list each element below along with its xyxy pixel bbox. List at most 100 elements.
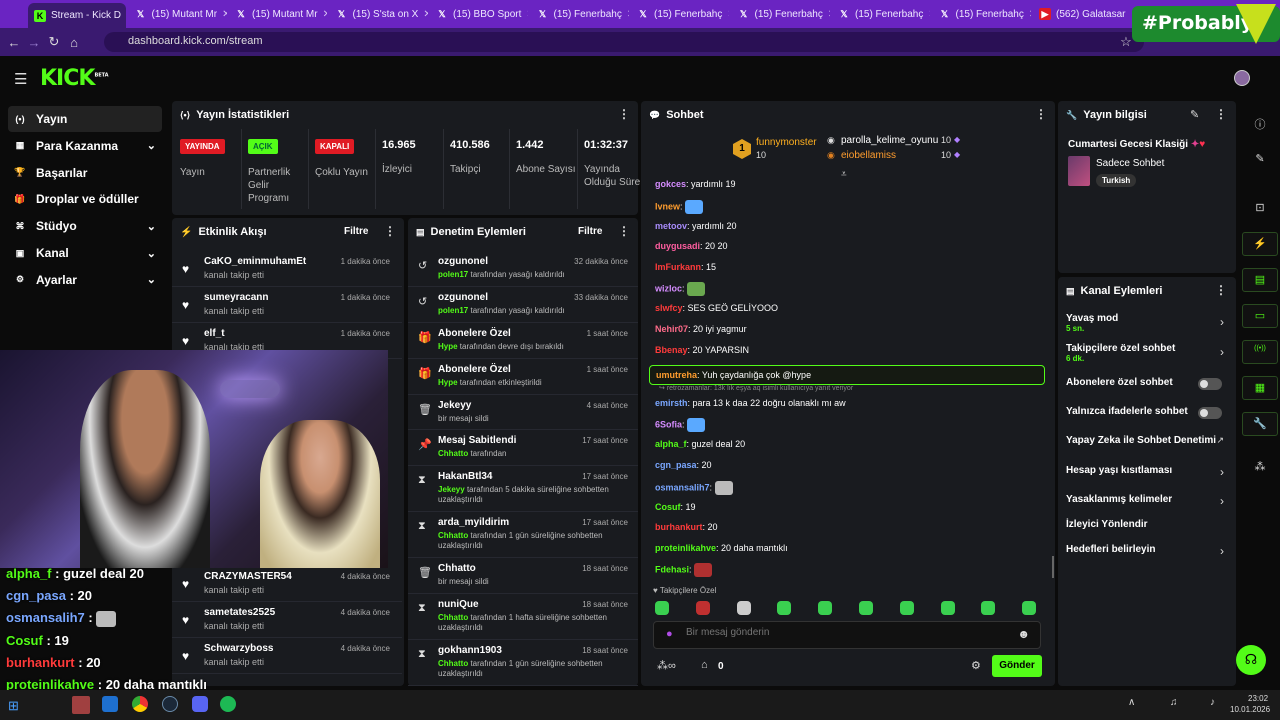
- emote-icon[interactable]: [777, 601, 792, 615]
- outlook-icon[interactable]: [102, 696, 118, 712]
- stream-info-menu-icon[interactable]: ⋮: [1215, 107, 1227, 121]
- chat-username[interactable]: 6Sofia: [655, 420, 682, 430]
- leader-name[interactable]: parolla_kelime_oyunu: [841, 135, 938, 146]
- chevron-down-icon[interactable]: ⌄: [147, 220, 156, 233]
- chat-username[interactable]: proteinlikahve: [655, 543, 716, 553]
- chat-message[interactable]: burhankurt: 20: [655, 522, 718, 532]
- moderation-target[interactable]: Mesaj Sabitlendi: [438, 435, 516, 446]
- chat-message[interactable]: umutreha: Yuh çaydanlığa çok @hype: [649, 365, 1045, 386]
- chat-message[interactable]: Bbenay: 20 YAPARSIN: [655, 345, 749, 355]
- chat-username[interactable]: umutreha: [656, 370, 697, 380]
- chat-message[interactable]: Cosuf: 19: [655, 502, 696, 512]
- chevron-right-icon[interactable]: ›: [1220, 315, 1224, 329]
- chat-username[interactable]: burhankurt: [655, 522, 703, 532]
- leader-name[interactable]: funnymonster: [756, 137, 817, 148]
- chevron-right-icon[interactable]: ›: [1220, 544, 1224, 558]
- emote-icon[interactable]: [859, 601, 873, 615]
- browser-tab[interactable]: 𝕏 (15) Fenerbahç ✕: [832, 4, 930, 24]
- moderation-menu-icon[interactable]: ⋮: [618, 224, 630, 238]
- close-icon[interactable]: ✕: [828, 9, 830, 20]
- toggle-switch[interactable]: [1198, 407, 1222, 419]
- chat-message[interactable]: slwfcy: SES GEÖ GELİYOOO: [655, 303, 778, 313]
- activity-username[interactable]: CRAZYMASTER54: [204, 571, 292, 582]
- activity-item[interactable]: ♥ CRAZYMASTER54 kanalı takip etti 4 dakika …: [172, 566, 402, 602]
- chat-username[interactable]: Bbenay: [655, 345, 688, 355]
- webcam-video[interactable]: [0, 350, 388, 568]
- discord-icon[interactable]: [192, 696, 208, 712]
- moderation-target[interactable]: nuniQue: [438, 599, 479, 610]
- emote-icon[interactable]: [940, 601, 955, 615]
- activity-item[interactable]: ♥ sumeyracann kanalı takip etti 1 dakika ön…: [172, 287, 402, 323]
- chat-username[interactable]: ImFurkann: [655, 262, 701, 272]
- chat-message[interactable]: lvnew:: [655, 199, 704, 214]
- moderation-actor[interactable]: Hype: [438, 378, 458, 387]
- moderation-item[interactable]: ⧗ gokhann1903 Chhatto tarafından 1 gün sür…: [408, 640, 638, 686]
- moderation-item[interactable]: ⧗ HakanBtl34 Jekeyy tarafından 5 dakika sü…: [408, 466, 638, 512]
- moderation-actor[interactable]: Hype: [438, 342, 458, 351]
- channel-action-item[interactable]: Takipçilere özel sohbet 6 dk.: [1066, 343, 1230, 363]
- moderation-actor[interactable]: Chhatto: [438, 659, 468, 668]
- reload-icon[interactable]: ↻: [44, 34, 64, 50]
- send-button[interactable]: Gönder: [992, 655, 1042, 677]
- chat-scrollbar[interactable]: [1052, 556, 1054, 578]
- url-field[interactable]: dashboard.kick.com/stream: [104, 32, 1144, 52]
- close-icon[interactable]: ✕: [1130, 9, 1131, 20]
- sidebar-item[interactable]: ⚙ Ayarlar ⌄: [8, 267, 162, 293]
- user-avatar[interactable]: [1234, 70, 1250, 86]
- chat-message[interactable]: Nehir07: 20 iyi yagmur: [655, 324, 747, 334]
- tray-chevron-icon[interactable]: ∧: [1128, 697, 1135, 708]
- chevron-right-icon[interactable]: ›: [1220, 465, 1224, 479]
- emote-icon[interactable]: [1022, 601, 1037, 615]
- emote-icon[interactable]: [695, 601, 710, 615]
- chat-message[interactable]: duygusadi: 20 20: [655, 241, 728, 251]
- moderation-actor[interactable]: Chhatto: [438, 613, 468, 622]
- sidebar-item[interactable]: 🏆 Başarılar: [8, 160, 162, 186]
- leaderboard-expand-icon[interactable]: ⩡: [841, 169, 847, 180]
- activity-filter-button[interactable]: Filtre: [344, 226, 368, 237]
- emote-icon[interactable]: [899, 601, 914, 615]
- chat-username[interactable]: Cosuf: [655, 502, 681, 512]
- close-icon[interactable]: ✕: [727, 9, 729, 20]
- chevron-down-icon[interactable]: ⌄: [147, 139, 156, 152]
- chat-message[interactable]: osmansalih7:: [655, 480, 733, 495]
- activity-menu-icon[interactable]: ⋮: [384, 224, 396, 238]
- channel-action-item[interactable]: Hesap yaşı kısıtlaması: [1066, 465, 1230, 476]
- moderation-target[interactable]: Chhatto: [438, 563, 476, 574]
- toggle-switch[interactable]: [1198, 378, 1222, 390]
- external-link-icon[interactable]: ↗: [1216, 435, 1224, 446]
- chat-username[interactable]: gokces: [655, 179, 686, 189]
- chat-store-icon[interactable]: ⌂: [701, 659, 708, 671]
- chat-username[interactable]: duygusadi: [655, 241, 700, 251]
- steam-icon[interactable]: [162, 696, 178, 712]
- pencil-icon[interactable]: ✎: [1242, 148, 1278, 172]
- chat-message[interactable]: gokces: yardımlı 19: [655, 179, 736, 189]
- sidebar-item[interactable]: ⌘ Stüdyo ⌄: [8, 213, 162, 239]
- microphone-icon[interactable]: ●: [666, 628, 673, 640]
- browser-tab[interactable]: 𝕏 (15) S'sta on X ✕: [330, 4, 428, 24]
- chat-message[interactable]: 6Sofia:: [655, 418, 706, 433]
- channel-action-item[interactable]: Yavaş mod 5 sn.: [1066, 313, 1230, 333]
- chat-message[interactable]: Fdehasi:: [655, 563, 713, 578]
- chat-bubble-icon[interactable]: ▭: [1242, 304, 1278, 328]
- browser-tab[interactable]: 𝕏 (15) Fenerbahç ✕: [531, 4, 629, 24]
- channel-action-item[interactable]: İzleyici Yönlendir: [1066, 519, 1230, 530]
- moderation-item[interactable]: ⧗ arda_myildirim Chhatto tarafından 1 gün …: [408, 512, 638, 558]
- close-icon[interactable]: ✕: [627, 9, 629, 20]
- emote-icon[interactable]: [981, 601, 996, 615]
- activity-username[interactable]: sametates2525: [204, 607, 275, 618]
- moderation-actor[interactable]: Jekeyy: [438, 485, 465, 494]
- moderation-item[interactable]: ↺ ozgunonel polen17 tarafından yasağı kald…: [408, 251, 638, 287]
- moderation-item[interactable]: 🗑 Jekeyy bir mesajı sildi 4 saat önce: [408, 395, 638, 430]
- activity-username[interactable]: Schwarzyboss: [204, 643, 273, 654]
- emoji-icon[interactable]: ☻: [1017, 627, 1030, 641]
- moderation-item[interactable]: 🎁 Abonelere Özel Hype tarafından devre dış…: [408, 323, 638, 359]
- moderation-target[interactable]: Jekeyy: [438, 400, 471, 411]
- moderation-item[interactable]: 📌 Mesaj Sabitlendi Chhatto tarafından 17 sa…: [408, 430, 638, 466]
- info-icon[interactable]: ⓘ: [1242, 112, 1278, 136]
- moderation-target[interactable]: ozgunonel: [438, 292, 488, 303]
- browser-tab[interactable]: KStream - Kick D✕: [28, 3, 126, 28]
- sidebar-item[interactable]: (•) Yayın: [8, 106, 162, 132]
- chevron-right-icon[interactable]: ›: [1220, 345, 1224, 359]
- moderation-target[interactable]: gokhann1903: [438, 645, 502, 656]
- emote-icon[interactable]: [736, 601, 751, 615]
